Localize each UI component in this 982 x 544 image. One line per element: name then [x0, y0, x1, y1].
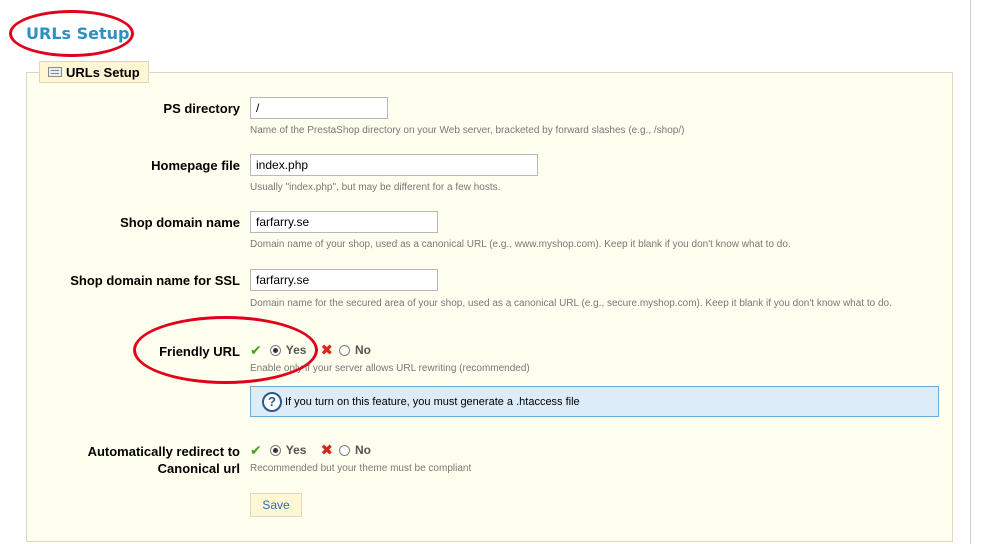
- shop-domain-ssl-input[interactable]: [250, 269, 438, 291]
- friendly-url-no-radio[interactable]: [339, 344, 351, 356]
- homepage-file-label: Homepage file: [151, 158, 240, 173]
- friendly-url-options: ✔ Yes ✖ No: [250, 341, 371, 360]
- check-icon: ✔: [250, 341, 262, 358]
- ps-directory-hint: Name of the PrestaShop directory on your…: [250, 125, 685, 136]
- ps-directory-input[interactable]: [250, 97, 388, 119]
- canonical-redirect-no-radio[interactable]: [339, 444, 351, 456]
- friendly-url-hint: Enable only if your server allows URL re…: [250, 363, 530, 374]
- canonical-redirect-hint: Recommended but your theme must be compl…: [250, 463, 472, 474]
- shop-domain-hint: Domain name of your shop, used as a cano…: [250, 239, 791, 250]
- shop-domain-ssl-label: Shop domain name for SSL: [70, 273, 240, 288]
- homepage-file-input[interactable]: [250, 154, 538, 176]
- shop-domain-label: Shop domain name: [120, 215, 240, 230]
- shop-domain-input[interactable]: [250, 211, 438, 233]
- canonical-redirect-yes-label[interactable]: Yes: [286, 443, 307, 457]
- scrollbar[interactable]: [970, 0, 982, 544]
- page-title: URLs Setup: [26, 24, 130, 43]
- canonical-redirect-no-label[interactable]: No: [355, 443, 371, 457]
- ps-directory-label: PS directory: [163, 101, 240, 116]
- cross-icon: ✖: [320, 442, 334, 459]
- friendly-url-no-label[interactable]: No: [355, 343, 371, 357]
- shop-domain-ssl-hint: Domain name for the secured area of your…: [250, 298, 892, 309]
- save-button[interactable]: Save: [250, 493, 302, 517]
- friendly-url-yes-radio[interactable]: [269, 344, 281, 356]
- canonical-redirect-label-line2: Canonical url: [157, 461, 240, 476]
- friendly-url-label: Friendly URL: [159, 344, 240, 359]
- generate-htaccess-link[interactable]: generate a .htaccess file: [460, 396, 579, 408]
- friendly-url-yes-label[interactable]: Yes: [286, 343, 307, 357]
- help-icon: ?: [262, 391, 282, 412]
- cross-icon: ✖: [320, 342, 334, 359]
- info-text: If you turn on this feature, you must: [285, 395, 458, 408]
- canonical-redirect-label-line1: Automatically redirect to: [87, 444, 240, 459]
- canonical-redirect-label: Automatically redirect to Canonical url: [88, 443, 240, 477]
- panel-legend: URLs Setup: [39, 61, 149, 83]
- htaccess-info-box: ? If you turn on this feature, you must …: [250, 386, 939, 417]
- check-icon: ✔: [250, 441, 262, 458]
- homepage-file-hint: Usually "index.php", but may be differen…: [250, 182, 501, 193]
- canonical-redirect-options: ✔ Yes ✖ No: [250, 441, 371, 460]
- panel-legend-label: URLs Setup: [66, 65, 140, 80]
- keyboard-icon: [48, 67, 62, 77]
- canonical-redirect-yes-radio[interactable]: [269, 444, 281, 456]
